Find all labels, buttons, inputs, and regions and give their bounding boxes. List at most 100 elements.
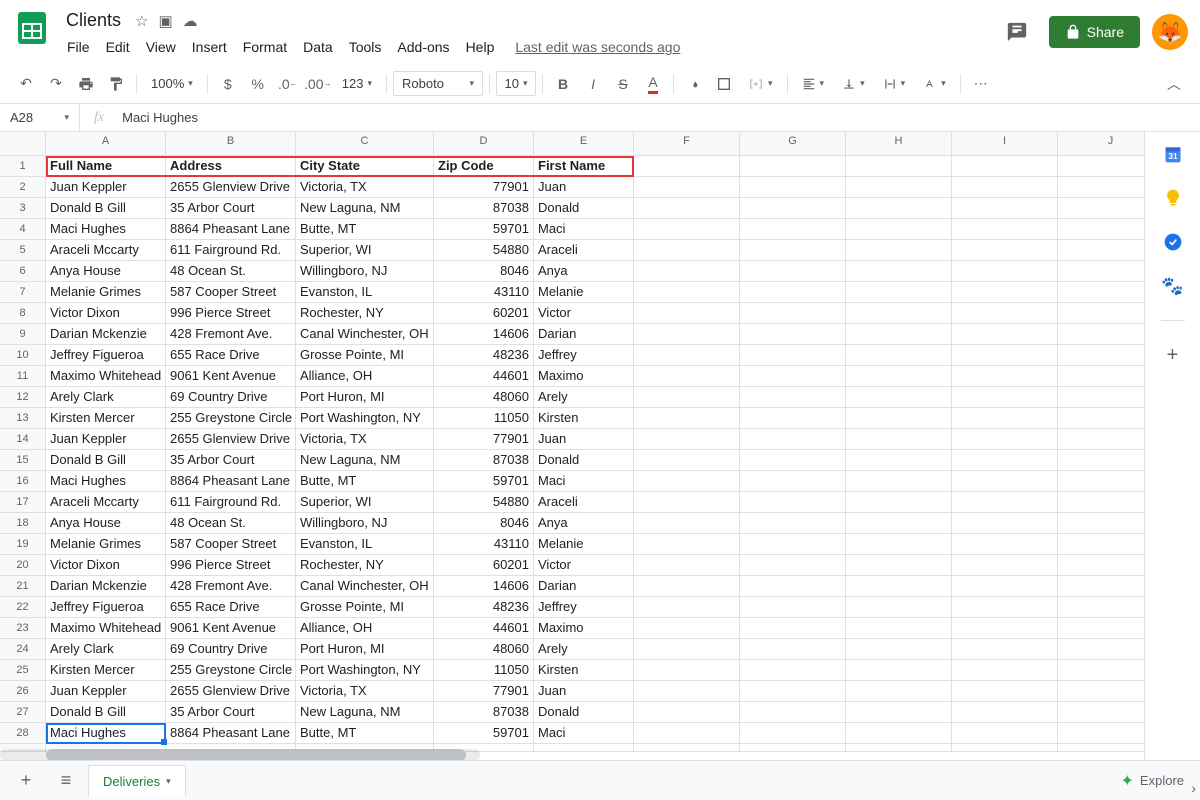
cell[interactable]: Juan Keppler [46, 177, 166, 198]
cell[interactable] [846, 219, 952, 240]
doc-title[interactable]: Clients [60, 8, 127, 33]
menu-data[interactable]: Data [296, 35, 340, 59]
paws-icon[interactable]: 🐾 [1163, 276, 1183, 296]
cell[interactable] [846, 513, 952, 534]
cell[interactable] [1058, 723, 1144, 744]
cell[interactable] [740, 345, 846, 366]
cell[interactable]: 54880 [434, 240, 534, 261]
zoom-select[interactable]: 100%▾ [143, 72, 201, 95]
cell[interactable] [846, 156, 952, 177]
cell[interactable] [1058, 639, 1144, 660]
cell[interactable] [1058, 660, 1144, 681]
cell[interactable] [634, 534, 740, 555]
cell[interactable] [952, 198, 1058, 219]
cell[interactable] [634, 618, 740, 639]
comments-icon[interactable] [997, 12, 1037, 52]
cell[interactable] [952, 156, 1058, 177]
cell[interactable]: Kirsten Mercer [46, 660, 166, 681]
cell[interactable] [634, 219, 740, 240]
cell[interactable] [952, 219, 1058, 240]
cell[interactable]: Port Washington, NY [296, 408, 434, 429]
cell[interactable] [846, 471, 952, 492]
row-header[interactable]: 7 [0, 282, 46, 303]
cell[interactable]: Araceli Mccarty [46, 492, 166, 513]
cell[interactable] [740, 282, 846, 303]
menu-file[interactable]: File [60, 35, 97, 59]
menu-tools[interactable]: Tools [342, 35, 389, 59]
cell[interactable] [740, 618, 846, 639]
column-header-A[interactable]: A [46, 132, 166, 156]
cell[interactable] [1058, 555, 1144, 576]
row-header[interactable]: 1 [0, 156, 46, 177]
cell[interactable] [634, 387, 740, 408]
row-header[interactable]: 13 [0, 408, 46, 429]
row-header[interactable]: 10 [0, 345, 46, 366]
cell[interactable]: Victor Dixon [46, 303, 166, 324]
cell[interactable] [634, 744, 740, 752]
undo-button[interactable]: ↶ [12, 70, 40, 98]
cell[interactable] [1058, 702, 1144, 723]
cell[interactable] [634, 450, 740, 471]
cell[interactable] [634, 492, 740, 513]
row-header[interactable]: 11 [0, 366, 46, 387]
cell[interactable] [1058, 681, 1144, 702]
cell[interactable]: 996 Pierce Street [166, 303, 296, 324]
cell[interactable] [740, 324, 846, 345]
cell[interactable]: Juan Keppler [46, 681, 166, 702]
cell[interactable] [1058, 282, 1144, 303]
cell[interactable]: Juan [534, 177, 634, 198]
menu-help[interactable]: Help [459, 35, 502, 59]
row-header[interactable]: 3 [0, 198, 46, 219]
cell[interactable]: Melanie [534, 282, 634, 303]
row-header[interactable]: 6 [0, 261, 46, 282]
cell[interactable]: Melanie Grimes [46, 282, 166, 303]
cell[interactable] [952, 639, 1058, 660]
cell[interactable]: 48060 [434, 639, 534, 660]
cell[interactable] [952, 618, 1058, 639]
cell[interactable]: Arely [534, 639, 634, 660]
cell[interactable] [634, 240, 740, 261]
cell[interactable]: Willingboro, NJ [296, 261, 434, 282]
cell[interactable]: 48060 [434, 387, 534, 408]
cell[interactable] [846, 639, 952, 660]
cell[interactable]: 2655 Glenview Drive [166, 177, 296, 198]
cell[interactable]: New Laguna, NM [296, 198, 434, 219]
cell[interactable] [740, 261, 846, 282]
cell[interactable] [1058, 303, 1144, 324]
cell[interactable]: 59701 [434, 723, 534, 744]
vertical-align-button[interactable]: ▾ [834, 73, 873, 95]
cell[interactable]: Donald [534, 198, 634, 219]
cell[interactable]: Araceli [534, 492, 634, 513]
cell[interactable]: 87038 [434, 450, 534, 471]
cell[interactable] [952, 492, 1058, 513]
more-toolbar-button[interactable]: ⋯ [967, 70, 995, 98]
cell[interactable]: Rochester, NY [296, 555, 434, 576]
percent-button[interactable]: % [244, 70, 272, 98]
cell[interactable] [740, 660, 846, 681]
cell[interactable] [634, 702, 740, 723]
cell[interactable]: 9061 Kent Avenue [166, 366, 296, 387]
cell[interactable] [740, 387, 846, 408]
cell[interactable]: City State [296, 156, 434, 177]
cell[interactable] [846, 681, 952, 702]
cell[interactable]: 44601 [434, 366, 534, 387]
cell[interactable]: 9061 Kent Avenue [166, 618, 296, 639]
cell[interactable] [740, 198, 846, 219]
cell[interactable] [846, 177, 952, 198]
cell[interactable]: 255 Greystone Circle [166, 660, 296, 681]
cell[interactable]: Anya House [46, 261, 166, 282]
cell[interactable] [634, 366, 740, 387]
cell[interactable] [634, 513, 740, 534]
row-header[interactable]: 2 [0, 177, 46, 198]
cell[interactable] [1058, 345, 1144, 366]
cell[interactable]: Maximo Whitehead [46, 366, 166, 387]
cell[interactable]: Butte, MT [296, 723, 434, 744]
cell[interactable] [634, 639, 740, 660]
cell[interactable] [740, 681, 846, 702]
font-size-select[interactable]: 10▾ [496, 71, 536, 96]
cell[interactable]: 11050 [434, 660, 534, 681]
cell[interactable] [952, 240, 1058, 261]
cell[interactable]: Juan [534, 681, 634, 702]
cell[interactable]: Canal Winchester, OH [296, 324, 434, 345]
cell[interactable]: Full Name [46, 156, 166, 177]
